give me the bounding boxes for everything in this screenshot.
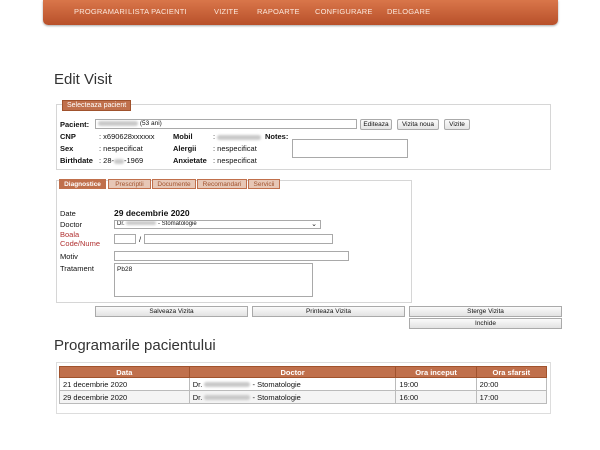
visits-button[interactable]: Vizite [444,119,470,130]
notes-textarea[interactable] [292,139,408,158]
anxietate-value: : nespecificat [213,156,257,165]
boala-code-input[interactable] [114,234,136,244]
boala-label: Boala Code/Nume [60,230,101,248]
mobil-label: Mobil [173,132,193,141]
boala-name-input[interactable] [144,234,333,244]
nav-configurare[interactable]: CONFIGURARE [315,7,373,16]
tab-recomandari[interactable]: Recomandari [197,179,247,189]
sex-value: : nespecificat [99,144,143,153]
tab-documente[interactable]: Documente [152,179,196,189]
pacient-input[interactable]: (53 ani) [95,119,357,129]
nav-vizite[interactable]: VIZITE [214,7,239,16]
cell-data: 29 decembrie 2020 [59,390,190,404]
save-visit-button[interactable]: Salveaza Vizita [95,306,248,317]
birthdate-value: : 28- -1969 [99,156,144,165]
sex-label: Sex [60,144,74,153]
column-header-ora-inceput: Ora inceput [395,366,477,378]
chevron-down-icon: ⌄ [311,221,317,228]
motiv-input[interactable] [114,251,349,261]
date-value: 29 decembrie 2020 [114,208,190,218]
delete-visit-button[interactable]: Sterge Vizita [409,306,562,317]
alergii-value: : nespecificat [213,144,257,153]
column-header-data: Data [59,366,190,378]
nav-delogare[interactable]: DELOGARE [387,7,430,16]
column-header-ora-sfarsit: Ora sfarsit [475,366,548,378]
page-title: Edit Visit [54,71,113,88]
table-row[interactable]: 29 decembrie 2020 Dr. - Stomatologie 16:… [59,390,548,404]
cnp-label: CNP [60,132,76,141]
cell-ora-sfarsit: 20:00 [475,377,548,391]
date-label: Date [60,209,76,218]
birthdate-label: Birthdate [60,156,93,165]
new-visit-button[interactable]: Vizita noua [397,119,439,130]
nav-lista-pacienti[interactable]: LISTA PACIENTI [128,7,187,16]
mobil-value: : [213,132,262,141]
anxietate-label: Anxietate [173,156,207,165]
notes-label: Notes: [265,132,289,141]
print-visit-button[interactable]: Printeaza Vizita [252,306,405,317]
nav-programari[interactable]: PROGRAMARI [74,7,127,16]
patient-name-redacted [98,120,138,126]
motiv-label: Motiv [60,252,78,261]
boala-separator: / [139,235,142,244]
edit-patient-button[interactable]: Editeaza [360,119,392,130]
doctor-select[interactable]: Dr. - Stomatologie ⌄ [114,220,321,229]
tab-diagnostice[interactable]: Diagnostice [59,179,106,189]
cell-doctor: Dr. - Stomatologie [188,390,397,404]
cell-ora-inceput: 19:00 [395,377,477,391]
tab-servicii[interactable]: Servicii [248,179,280,189]
nav-rapoarte[interactable]: RAPOARTE [257,7,300,16]
tratament-label: Tratament [60,264,94,273]
close-button[interactable]: Inchide [409,318,562,329]
appointments-title: Programarile pacientului [54,337,216,354]
tab-prescriptii[interactable]: Prescriptii [108,179,151,189]
column-header-doctor: Doctor [188,366,397,378]
table-header-row: Data Doctor Ora inceput Ora sfarsit [59,366,548,378]
tratament-textarea[interactable]: Pb28 [114,263,313,297]
patient-panel-legend: Selecteaza pacient [62,100,132,111]
top-navigation: PROGRAMARI LISTA PACIENTI VIZITE RAPOART… [43,0,558,25]
cell-data: 21 decembrie 2020 [59,377,190,391]
table-row[interactable]: 21 decembrie 2020 Dr. - Stomatologie 19:… [59,377,548,391]
pacient-label: Pacient: [60,120,90,129]
pacient-age: (53 ani) [139,120,162,127]
alergii-label: Alergii [173,144,197,153]
cell-doctor: Dr. - Stomatologie [188,377,397,391]
cell-ora-sfarsit: 17:00 [475,390,548,404]
cnp-value: : x690628xxxxxx [99,132,155,141]
doctor-label: Doctor [60,220,83,229]
appointments-table: Data Doctor Ora inceput Ora sfarsit 21 d… [59,366,548,404]
cell-ora-inceput: 16:00 [395,390,477,404]
